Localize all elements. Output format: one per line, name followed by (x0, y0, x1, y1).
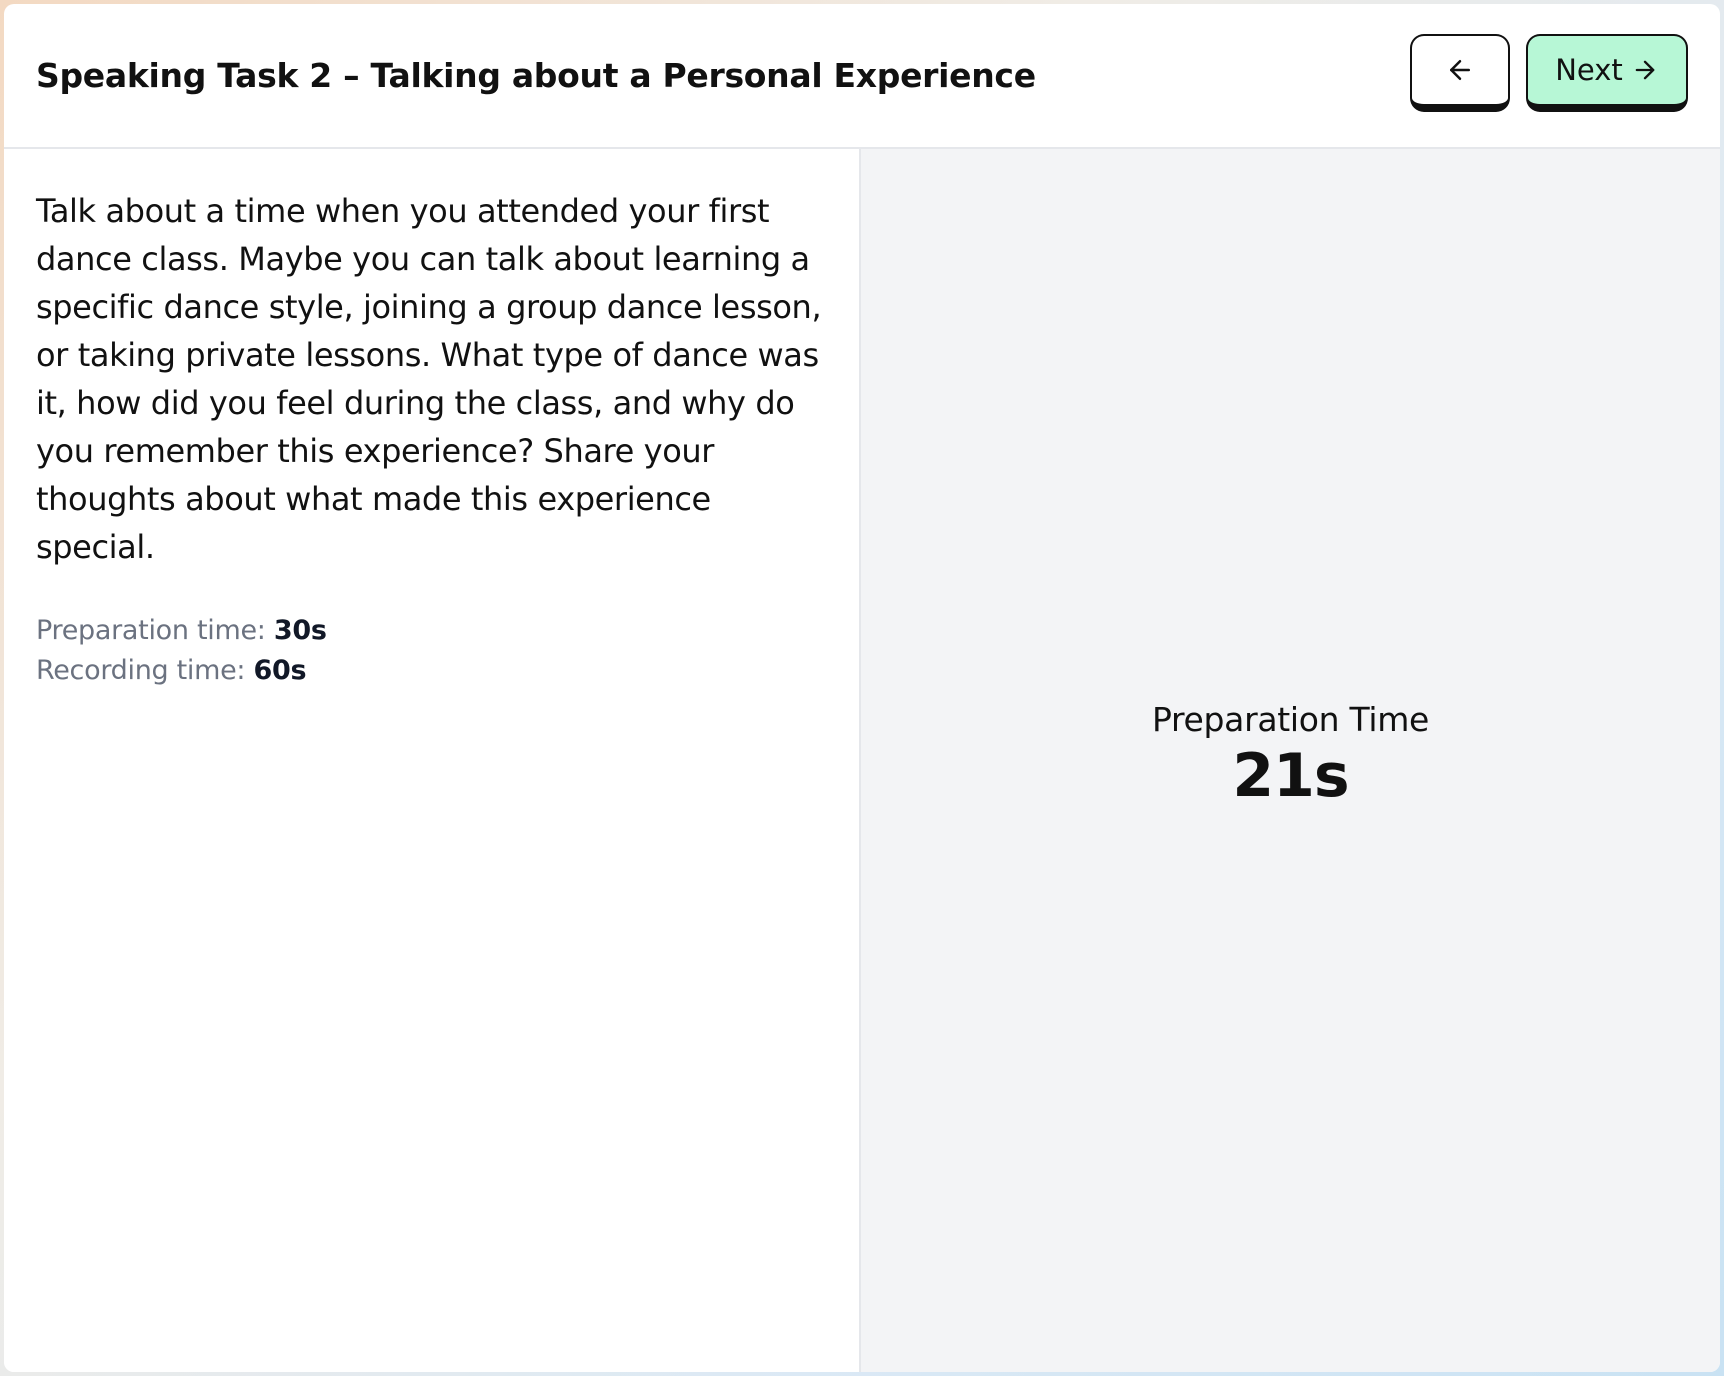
next-button[interactable]: Next (1526, 33, 1688, 112)
timer-countdown: 21s (1232, 741, 1349, 811)
preparation-time-value: 30s (273, 615, 327, 646)
recording-time-value: 60s (253, 655, 307, 686)
back-button[interactable] (1410, 33, 1510, 112)
preparation-time-row: Preparation time: 30s (36, 611, 827, 651)
task-prompt-pane: Talk about a time when you attended your… (4, 149, 861, 1372)
task-window: Speaking Task 2 – Talking about a Person… (4, 4, 1720, 1372)
recording-time-row: Recording time: 60s (36, 651, 827, 691)
timer-pane: Preparation Time 21s (861, 149, 1720, 1372)
nav-buttons: Next (1410, 33, 1688, 112)
timer-label: Preparation Time (1151, 700, 1430, 739)
main-content: Talk about a time when you attended your… (4, 149, 1720, 1372)
arrow-right-icon (1631, 56, 1659, 84)
arrow-left-icon (1445, 55, 1475, 85)
page-title: Speaking Task 2 – Talking about a Person… (36, 56, 1036, 95)
next-button-label: Next (1555, 52, 1623, 87)
header-bar: Speaking Task 2 – Talking about a Person… (4, 4, 1720, 149)
recording-time-label: Recording time: (36, 655, 246, 686)
preparation-time-label: Preparation time: (36, 615, 266, 646)
task-prompt-text: Talk about a time when you attended your… (36, 192, 822, 566)
task-timing-info: Preparation time: 30s Recording time: 60… (36, 611, 827, 691)
